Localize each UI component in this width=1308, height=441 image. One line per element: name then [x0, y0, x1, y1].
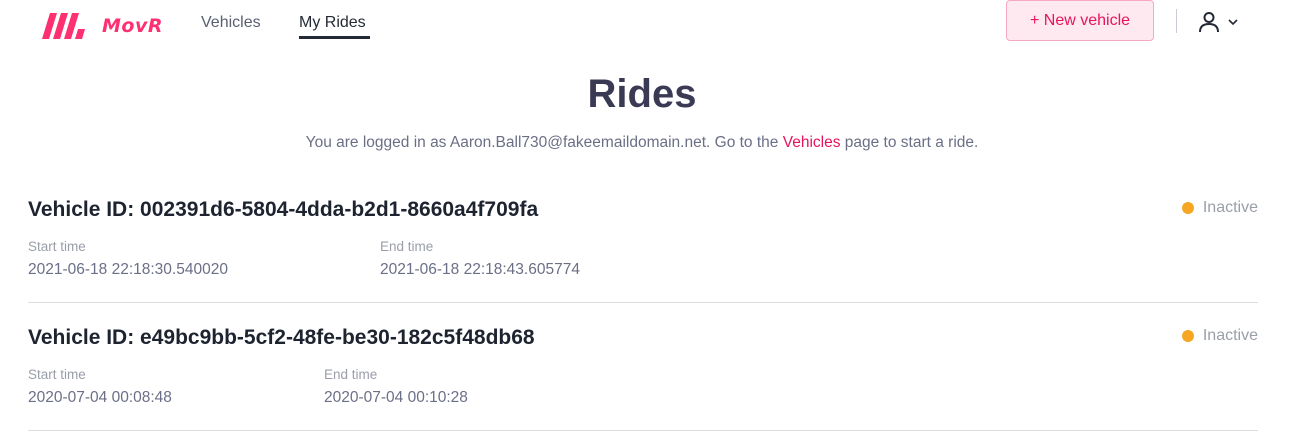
start-time-value: 2021-06-18 22:18:30.540020 [28, 261, 228, 278]
app-name: MovR [102, 15, 163, 37]
vehicles-link[interactable]: Vehicles [783, 134, 841, 151]
start-time-label: Start time [28, 239, 86, 254]
chevron-down-icon [1228, 19, 1238, 26]
subtitle-prefix: You are logged in as Aaron.Ball730@fakee… [305, 134, 783, 151]
page-title: Rides [587, 72, 697, 116]
new-vehicle-button[interactable]: + New vehicle [1006, 0, 1154, 41]
movr-logo-icon [42, 13, 85, 39]
subtitle-suffix: page to start a ride. [840, 134, 979, 151]
status-text: Inactive [1202, 327, 1258, 344]
user-icon [1199, 12, 1219, 33]
end-time-label: End time [324, 367, 378, 382]
nav-my-rides[interactable]: My Rides [299, 14, 366, 32]
user-menu[interactable] [1197, 10, 1241, 34]
nav-vehicles[interactable]: Vehicles [201, 14, 261, 32]
ride-vehicle-id: Vehicle ID: 002391d6-5804-4dda-b2d1-8660… [28, 198, 539, 221]
header-divider [1176, 9, 1177, 33]
start-time-value: 2020-07-04 00:08:48 [28, 389, 172, 406]
top-nav-bar: MovR Vehicles My Rides + New vehicle [0, 0, 1308, 50]
status-text: Inactive [1202, 199, 1258, 216]
status-badge: Inactive [1181, 327, 1258, 345]
movr-logo[interactable]: MovR [42, 12, 163, 40]
end-time-value: 2021-06-18 22:18:43.605774 [380, 261, 580, 278]
end-time-value: 2020-07-04 00:10:28 [324, 389, 468, 406]
ride-card: Vehicle ID: e49bc9bb-5cf2-48fe-be30-182c… [28, 302, 1258, 431]
login-info-text: You are logged in as Aaron.Ball730@fakee… [0, 134, 1284, 152]
ride-card: Vehicle ID: 002391d6-5804-4dda-b2d1-8660… [28, 174, 1258, 303]
start-time-label: Start time [28, 367, 86, 382]
ride-vehicle-id: Vehicle ID: e49bc9bb-5cf2-48fe-be30-182c… [28, 326, 535, 349]
status-dot-icon [1181, 202, 1194, 214]
active-tab-indicator [299, 36, 370, 39]
status-dot-icon [1181, 330, 1194, 342]
end-time-label: End time [380, 239, 434, 254]
status-badge: Inactive [1181, 199, 1258, 217]
